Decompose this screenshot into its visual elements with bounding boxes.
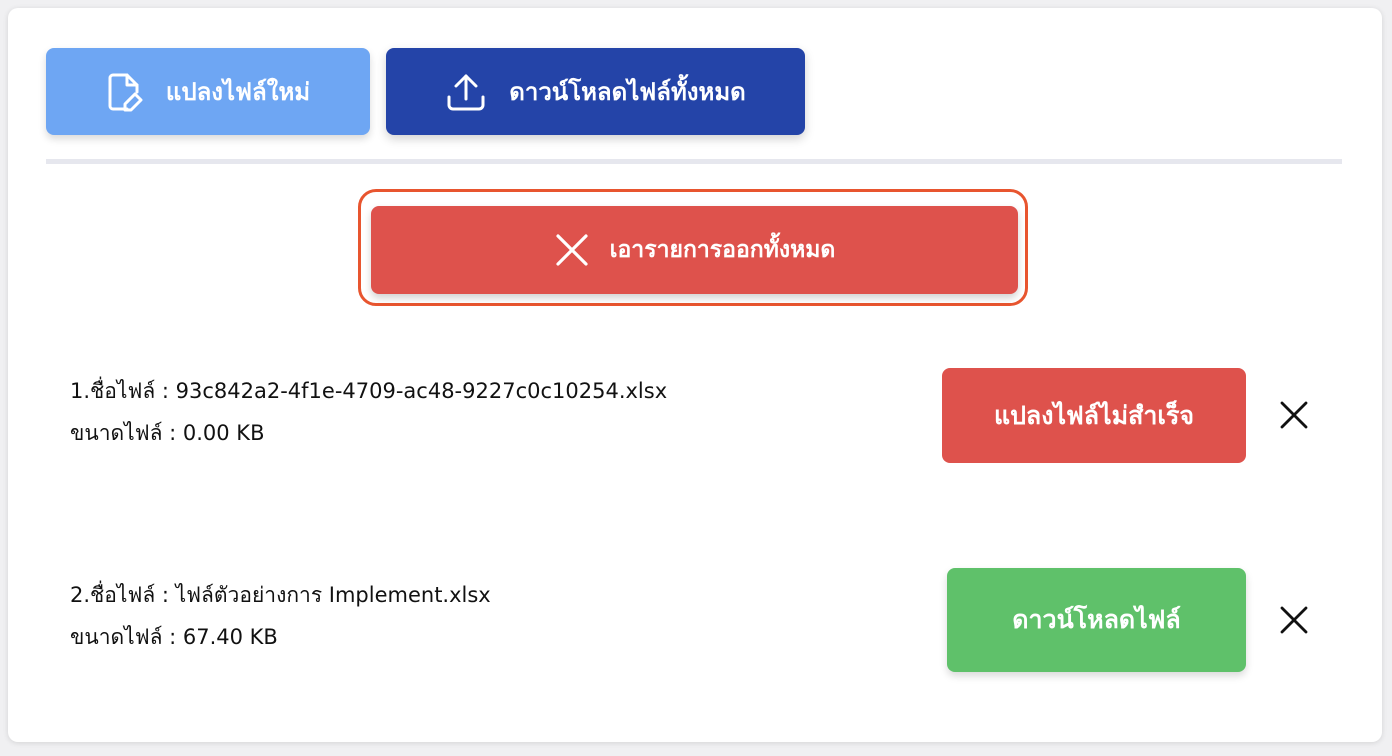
download-file-button[interactable]: ดาวน์โหลดไฟล์ — [947, 568, 1246, 672]
download-all-label: ดาวน์โหลดไฟล์ทั้งหมด — [509, 78, 746, 106]
close-icon — [1280, 606, 1308, 634]
file-size: ขนาดไฟล์ : 67.40 KB — [70, 625, 278, 649]
remove-file-button[interactable] — [1277, 398, 1311, 432]
remove-all-label: เอารายการออกทั้งหมด — [609, 237, 836, 263]
edit-file-icon — [106, 72, 144, 112]
file-name: 1.ชื่อไฟล์ : 93c842a2-4f1e-4709-ac48-922… — [70, 379, 668, 403]
divider — [46, 159, 1342, 164]
convert-new-file-label: แปลงไฟล์ใหม่ — [165, 78, 311, 106]
file-size: ขนาดไฟล์ : 0.00 KB — [70, 421, 265, 445]
converter-card: แปลงไฟล์ใหม่ ดาวน์โหลดไฟล์ทั้งหมด เอาราย… — [8, 8, 1382, 742]
convert-failed-button[interactable]: แปลงไฟล์ไม่สำเร็จ — [942, 368, 1246, 463]
download-all-button[interactable]: ดาวน์โหลดไฟล์ทั้งหมด — [386, 48, 805, 135]
remove-file-button[interactable] — [1277, 603, 1311, 637]
convert-new-file-button[interactable]: แปลงไฟล์ใหม่ — [46, 48, 370, 135]
download-file-label: ดาวน์โหลดไฟล์ — [1012, 605, 1181, 634]
upload-icon — [445, 71, 487, 113]
file-name: 2.ชื่อไฟล์ : ไฟล์ตัวอย่างการ Implement.x… — [70, 583, 491, 607]
remove-all-button[interactable]: เอารายการออกทั้งหมด — [371, 206, 1018, 294]
convert-failed-label: แปลงไฟล์ไม่สำเร็จ — [993, 400, 1195, 430]
close-icon — [1280, 401, 1308, 429]
file-item-info: 2.ชื่อไฟล์ : ไฟล์ตัวอย่างการ Implement.x… — [70, 574, 491, 658]
close-icon — [554, 232, 590, 268]
file-item-info: 1.ชื่อไฟล์ : 93c842a2-4f1e-4709-ac48-922… — [70, 370, 667, 454]
